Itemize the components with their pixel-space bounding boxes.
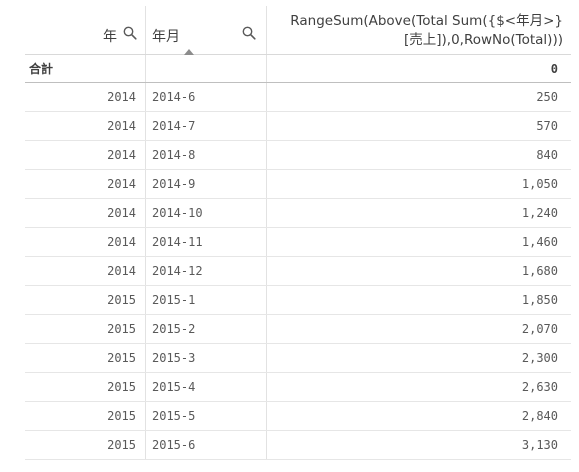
cell-year[interactable]: 2014 — [25, 83, 145, 111]
cell-measure[interactable]: 1,460 — [266, 228, 571, 256]
search-icon[interactable] — [242, 26, 256, 40]
cell-measure[interactable]: 2,840 — [266, 402, 571, 430]
totals-value: 0 — [266, 55, 571, 82]
cell-year-month[interactable]: 2014-7 — [145, 112, 266, 140]
cell-measure[interactable]: 2,070 — [266, 315, 571, 343]
cell-year[interactable]: 2014 — [25, 199, 145, 227]
cell-year-month[interactable]: 2015-6 — [145, 431, 266, 459]
table-row[interactable]: 2015 2015-2 2,070 — [25, 315, 571, 344]
totals-empty-cell — [145, 55, 266, 82]
cell-year[interactable]: 2015 — [25, 373, 145, 401]
table-row[interactable]: 2015 2015-3 2,300 — [25, 344, 571, 373]
cell-year-month[interactable]: 2015-2 — [145, 315, 266, 343]
cell-year[interactable]: 2015 — [25, 286, 145, 314]
cell-year[interactable]: 2015 — [25, 315, 145, 343]
cell-year-month[interactable]: 2014-11 — [145, 228, 266, 256]
column-header-year-label: 年 — [103, 29, 117, 45]
cell-measure[interactable]: 3,130 — [266, 431, 571, 459]
cell-measure[interactable]: 2,300 — [266, 344, 571, 372]
cell-measure[interactable]: 570 — [266, 112, 571, 140]
table-row[interactable]: 2014 2014-6 250 — [25, 83, 571, 112]
table-row[interactable]: 2014 2014-9 1,050 — [25, 170, 571, 199]
table-body: 2014 2014-6 250 2014 2014-7 570 2014 2014-8 840 2… — [25, 83, 571, 460]
cell-year-month[interactable]: 2014-8 — [145, 141, 266, 169]
cell-year[interactable]: 2015 — [25, 344, 145, 372]
cell-year[interactable]: 2014 — [25, 112, 145, 140]
cell-year-month[interactable]: 2015-1 — [145, 286, 266, 314]
column-header-year-month-label: 年月 — [152, 29, 180, 45]
cell-year-month[interactable]: 2014-9 — [145, 170, 266, 198]
cell-year-month[interactable]: 2014-6 — [145, 83, 266, 111]
table-row[interactable]: 2015 2015-1 1,850 — [25, 286, 571, 315]
search-icon[interactable] — [123, 26, 137, 40]
totals-label: 合計 — [29, 62, 54, 76]
table-row[interactable]: 2014 2014-12 1,680 — [25, 257, 571, 286]
cell-year-month[interactable]: 2015-5 — [145, 402, 266, 430]
totals-row: 合計 0 — [25, 55, 571, 83]
cell-year[interactable]: 2014 — [25, 141, 145, 169]
table-row[interactable]: 2014 2014-10 1,240 — [25, 199, 571, 228]
table-row[interactable]: 2014 2014-8 840 — [25, 141, 571, 170]
column-header-measure-label: RangeSum(Above(Total Sum({$<年月>}[売上]),0,… — [290, 13, 563, 48]
cell-year-month[interactable]: 2014-12 — [145, 257, 266, 285]
table-row[interactable]: 2015 2015-5 2,840 — [25, 402, 571, 431]
cell-measure[interactable]: 1,680 — [266, 257, 571, 285]
table-row[interactable]: 2014 2014-11 1,460 — [25, 228, 571, 257]
cell-measure[interactable]: 2,630 — [266, 373, 571, 401]
column-header-measure[interactable]: RangeSum(Above(Total Sum({$<年月>}[売上]),0,… — [266, 6, 571, 54]
cell-year-month[interactable]: 2014-10 — [145, 199, 266, 227]
cell-year[interactable]: 2015 — [25, 402, 145, 430]
cell-year[interactable]: 2014 — [25, 257, 145, 285]
column-header-year-month[interactable]: 年月 — [145, 6, 266, 55]
cell-year[interactable]: 2014 — [25, 170, 145, 198]
table-row[interactable]: 2015 2015-6 3,130 — [25, 431, 571, 460]
cell-measure[interactable]: 1,240 — [266, 199, 571, 227]
cell-year-month[interactable]: 2015-4 — [145, 373, 266, 401]
cell-measure[interactable]: 840 — [266, 141, 571, 169]
cell-year[interactable]: 2014 — [25, 228, 145, 256]
cell-measure[interactable]: 1,850 — [266, 286, 571, 314]
data-table: 年 年月 RangeSum(Above(Total Sum({$<年月>}[売上… — [25, 6, 571, 460]
table-header: 年 年月 RangeSum(Above(Total Sum({$<年月>}[売上… — [25, 6, 571, 55]
table-row[interactable]: 2014 2014-7 570 — [25, 112, 571, 141]
cell-year-month[interactable]: 2015-3 — [145, 344, 266, 372]
cell-measure[interactable]: 1,050 — [266, 170, 571, 198]
cell-year[interactable]: 2015 — [25, 431, 145, 459]
cell-measure[interactable]: 250 — [266, 83, 571, 111]
column-header-year[interactable]: 年 — [25, 6, 145, 54]
table-row[interactable]: 2015 2015-4 2,630 — [25, 373, 571, 402]
